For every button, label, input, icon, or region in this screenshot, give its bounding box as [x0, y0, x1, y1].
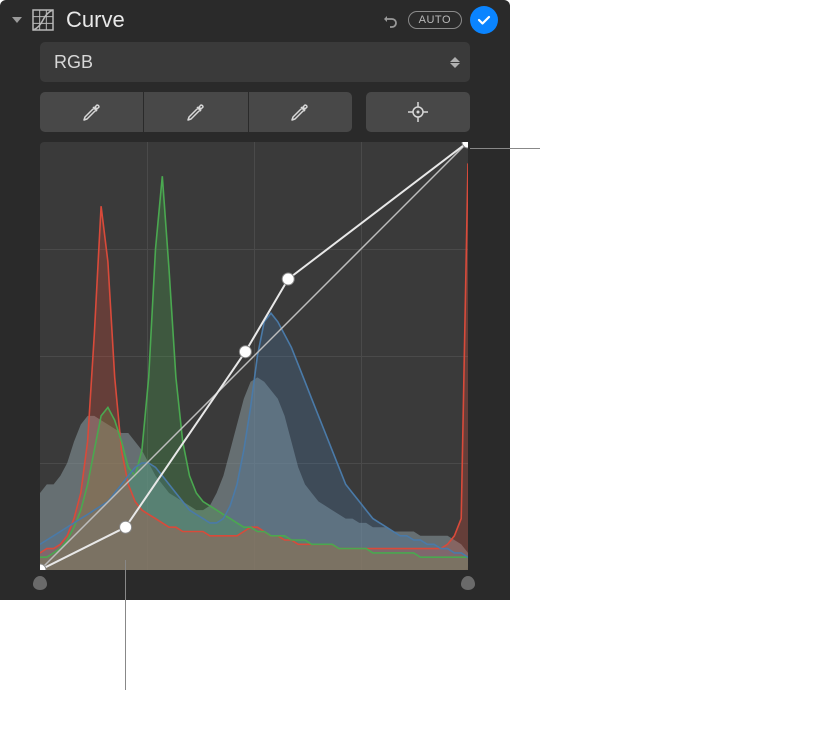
- panel-header: Curve AUTO: [0, 0, 510, 42]
- curves-histogram[interactable]: [40, 142, 468, 570]
- eyedropper-white-button[interactable]: [249, 92, 352, 132]
- eyedropper-black-button[interactable]: [40, 92, 143, 132]
- black-point-slider[interactable]: [33, 576, 47, 590]
- disclosure-caret-icon[interactable]: [12, 17, 22, 23]
- white-point-slider[interactable]: [461, 576, 475, 590]
- eyedropper-segment-group: [40, 92, 352, 132]
- curve-grid-icon: [30, 7, 56, 33]
- panel-title: Curve: [66, 7, 372, 33]
- select-stepper-icon: [450, 57, 460, 68]
- callout-line: [125, 560, 126, 690]
- undo-icon[interactable]: [380, 10, 400, 30]
- channel-selected-label: RGB: [54, 52, 450, 73]
- histogram-svg: [40, 142, 468, 570]
- panel-body: RGB: [0, 42, 510, 600]
- eyedropper-gray-button[interactable]: [144, 92, 247, 132]
- auto-button[interactable]: AUTO: [408, 11, 462, 29]
- channel-select[interactable]: RGB: [40, 42, 470, 82]
- eyedropper-toolbar: [40, 92, 470, 132]
- curves-panel: Curve AUTO RGB: [0, 0, 510, 600]
- enabled-checkmark-button[interactable]: [470, 6, 498, 34]
- callout-line: [470, 148, 540, 149]
- add-point-button[interactable]: [366, 92, 470, 132]
